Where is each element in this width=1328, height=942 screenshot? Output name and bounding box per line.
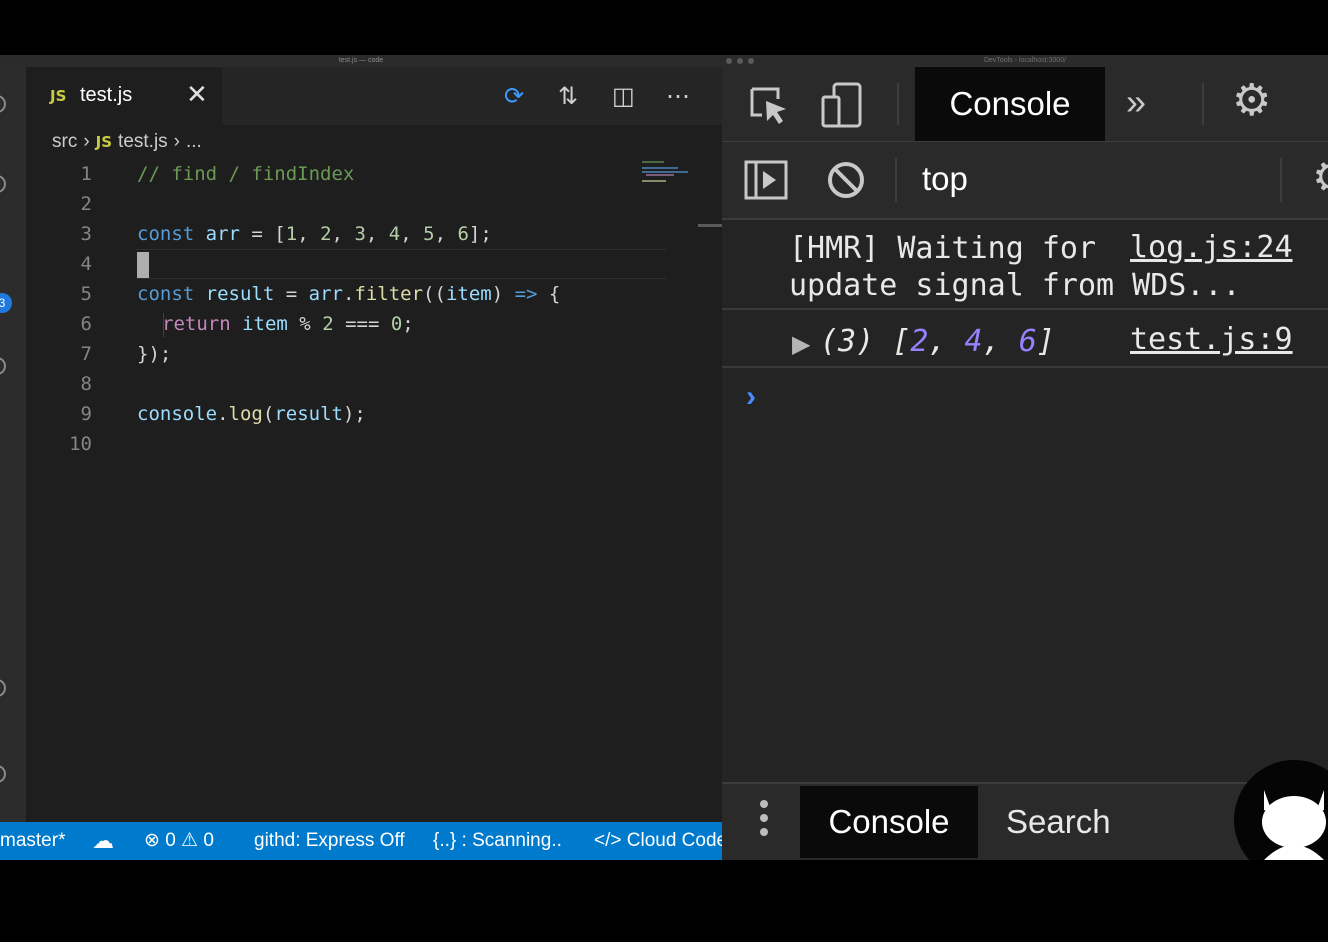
activity-bar: 3 xyxy=(0,67,26,822)
breadcrumb-folder[interactable]: src xyxy=(52,131,77,152)
status-bar: master* ☁ ⊗ 0 ⚠ 0 githd: Express Off {..… xyxy=(0,822,722,860)
line-number: 6 xyxy=(80,313,92,335)
githd-status[interactable]: githd: Express Off xyxy=(254,822,405,860)
tab-console[interactable]: Console xyxy=(915,67,1105,141)
cloud-upload-icon[interactable]: ☁ xyxy=(92,822,114,860)
toolbar-divider xyxy=(895,158,897,202)
scrollbar-marker[interactable] xyxy=(698,224,722,227)
source-link[interactable]: log.js:24 xyxy=(1130,230,1293,265)
window-title: test.js — code xyxy=(0,55,722,67)
console-toolbar: top ⚙ xyxy=(722,142,1328,220)
row-divider xyxy=(722,308,1328,310)
code-editor[interactable]: 1 2 3 4 5 6 7 8 9 10 // find / findIndex… xyxy=(26,159,722,822)
code-line-3: const arr = [1, 2, 3, 4, 5, 6]; xyxy=(137,223,492,245)
console-prompt-icon[interactable]: › xyxy=(746,380,756,414)
show-sidebar-icon[interactable] xyxy=(744,160,788,200)
split-editor-icon[interactable]: ◫ xyxy=(612,83,635,111)
toolbar-divider xyxy=(897,83,899,125)
clear-console-icon[interactable] xyxy=(826,160,866,200)
line-number: 5 xyxy=(80,283,92,305)
vscode-window: test.js — code 3 ⟳ ⇅ ◫ ⋯ JS test.js ✕ sr… xyxy=(0,55,722,860)
explorer-icon[interactable] xyxy=(0,95,6,113)
sync-diff-icon[interactable]: ⟳ xyxy=(504,83,524,111)
line-number: 4 xyxy=(80,253,92,275)
cloud-code-status[interactable]: </> Cloud Code xyxy=(594,822,722,860)
breadcrumb: src › JS test.js ›... xyxy=(52,131,208,159)
console-settings-icon[interactable]: ⚙ xyxy=(1312,152,1328,203)
problems-indicator[interactable]: ⊗ 0 ⚠ 0 xyxy=(144,822,214,860)
array-output[interactable]: (3) [2, 4, 6] xyxy=(820,324,1055,359)
tab-label: test.js xyxy=(80,84,133,106)
current-line-highlight xyxy=(136,249,666,279)
drawer-tab-console[interactable]: Console xyxy=(800,786,978,858)
drawer-menu-icon[interactable] xyxy=(760,800,768,842)
account-icon[interactable] xyxy=(0,679,6,697)
more-actions-icon[interactable]: ⋯ xyxy=(666,83,690,111)
toolbar-divider xyxy=(1202,83,1204,125)
source-link[interactable]: test.js:9 xyxy=(1130,322,1293,357)
code-line-1: // find / findIndex xyxy=(137,163,355,185)
devtools-window: DevTools - localhost:3000/ Console » ⚙ t… xyxy=(722,55,1328,860)
line-number: 10 xyxy=(69,433,92,455)
breadcrumb-symbols[interactable]: ... xyxy=(186,131,202,152)
window-minimize-dot[interactable] xyxy=(737,58,743,64)
window-close-dot[interactable] xyxy=(726,58,732,64)
line-number: 1 xyxy=(80,163,92,185)
code-line-6: return item % 2 === 0; xyxy=(162,313,414,335)
extensions-icon[interactable] xyxy=(0,357,6,375)
devtools-tab-bar: Console » ⚙ xyxy=(722,67,1328,142)
git-branch[interactable]: master* xyxy=(0,822,65,860)
minimap[interactable] xyxy=(642,159,702,189)
gear-icon[interactable]: ⚙ xyxy=(1232,75,1271,126)
drawer-tab-search[interactable]: Search xyxy=(1006,786,1111,858)
code-line-7: }); xyxy=(137,343,172,365)
window-zoom-dot[interactable] xyxy=(748,58,754,64)
line-number: 2 xyxy=(80,193,92,215)
scanning-status[interactable]: {..} : Scanning.. xyxy=(433,822,562,860)
js-file-icon: JS xyxy=(50,87,67,105)
line-number: 7 xyxy=(80,343,92,365)
device-toolbar-icon[interactable] xyxy=(820,81,866,129)
row-divider xyxy=(722,366,1328,368)
line-number: 3 xyxy=(80,223,92,245)
tab-test-js[interactable]: JS test.js ✕ xyxy=(26,67,222,125)
more-tabs-icon[interactable]: » xyxy=(1126,81,1146,123)
chevron-right-icon: › xyxy=(83,131,90,152)
js-file-icon: JS xyxy=(95,133,113,151)
code-line-9: console.log(result); xyxy=(137,403,366,425)
console-messages: [HMR] Waiting for update signal from WDS… xyxy=(722,220,1328,782)
toolbar-divider xyxy=(1280,158,1282,202)
text-cursor xyxy=(137,252,149,278)
code-line-5: const result = arr.filter((item) => { xyxy=(137,283,561,305)
close-icon[interactable]: ✕ xyxy=(186,79,208,110)
source-control-badge: 3 xyxy=(0,293,12,313)
expand-triangle-icon[interactable]: ▶ xyxy=(792,330,810,359)
chevron-right-icon: › xyxy=(173,131,180,152)
search-icon[interactable] xyxy=(0,175,6,193)
line-number: 9 xyxy=(80,403,92,425)
settings-gear-icon[interactable] xyxy=(0,765,6,783)
context-selector[interactable]: top xyxy=(922,160,968,198)
line-number: 8 xyxy=(80,373,92,395)
inspect-element-icon[interactable] xyxy=(748,85,790,127)
compare-changes-icon[interactable]: ⇅ xyxy=(558,83,578,111)
window-title: DevTools - localhost:3000/ xyxy=(722,55,1328,67)
breadcrumb-file[interactable]: test.js xyxy=(118,131,168,152)
